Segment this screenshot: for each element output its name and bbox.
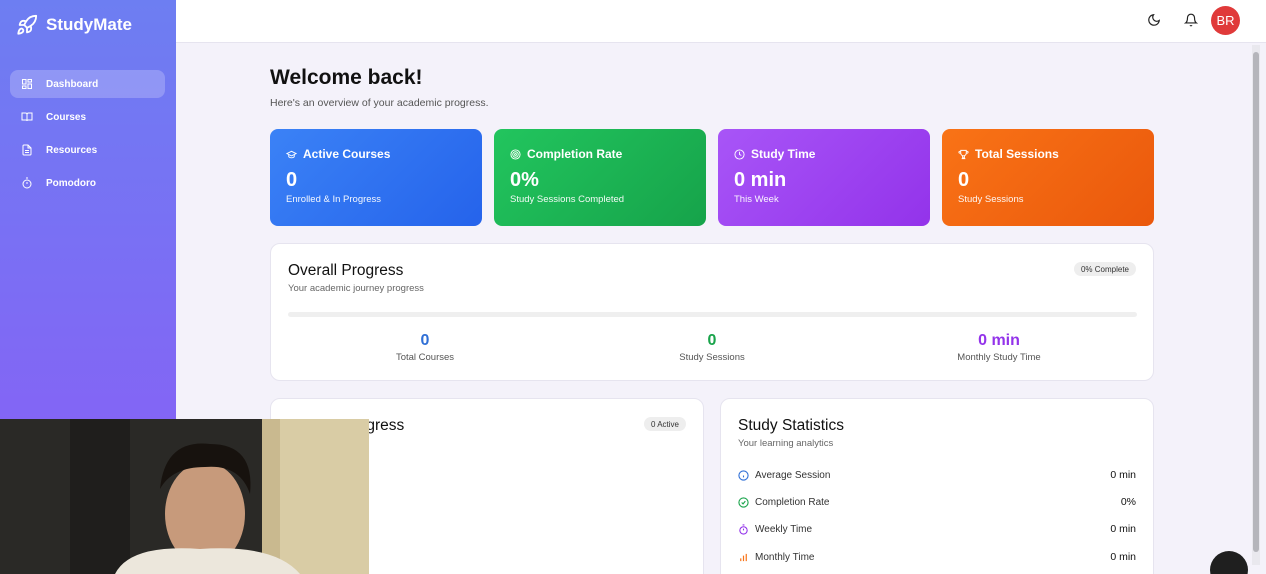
metric-value: 0 min — [978, 332, 1020, 349]
top-bar: BR — [176, 0, 1266, 43]
metric-value: 0 — [707, 332, 717, 349]
floating-action-button[interactable] — [1210, 551, 1248, 574]
panel-subtitle: Your academic journey progress — [288, 283, 424, 294]
stat-value: 0 min — [1110, 523, 1136, 535]
stat-label: Average Session — [755, 469, 831, 481]
scrollbar-thumb[interactable] — [1253, 52, 1259, 552]
file-icon — [22, 144, 32, 156]
overall-progress-panel: Overall Progress Your academic journey p… — [270, 243, 1154, 381]
stat-row-weekly-time: Weekly Time 0 min — [738, 521, 1136, 537]
sidebar-item-label: Pomodoro — [46, 177, 96, 189]
brand[interactable]: StudyMate — [16, 14, 132, 36]
page-subtitle: Here's an overview of your academic prog… — [270, 97, 489, 109]
stat-row-completion-rate: Completion Rate 0% — [738, 494, 1136, 510]
stat-label: Monthly Time — [755, 551, 815, 563]
stat-value: 0% — [1120, 496, 1136, 508]
target-icon — [510, 148, 521, 160]
sidebar-item-label: Dashboard — [46, 78, 99, 90]
stat-value: 0 min — [1110, 551, 1136, 563]
card-value: 0 min — [734, 169, 787, 191]
dashboard-icon — [22, 79, 32, 89]
sidebar-item-dashboard[interactable]: Dashboard — [10, 70, 165, 98]
rocket-icon — [17, 14, 38, 35]
timer-icon — [22, 177, 32, 189]
stat-value: 0 min — [1110, 469, 1136, 481]
stat-label: Completion Rate — [755, 496, 830, 508]
progress-bar — [288, 312, 1137, 317]
page-title: Welcome back! — [270, 66, 423, 89]
card-title: Study Time — [751, 147, 816, 161]
sidebar-item-pomodoro[interactable]: Pomodoro — [10, 169, 165, 197]
sidebar-item-label: Courses — [46, 111, 87, 123]
clock-icon — [734, 148, 745, 160]
metric-total-courses: 0 Total Courses — [325, 332, 525, 363]
status-badge: 0% Complete — [1073, 262, 1136, 276]
panel-subtitle: Your learning analytics — [738, 438, 834, 449]
card-caption: This Week — [734, 194, 779, 205]
metric-monthly-study-time: 0 min Monthly Study Time — [899, 332, 1099, 363]
book-icon — [21, 112, 33, 122]
card-value: 0 — [286, 169, 298, 191]
study-statistics-panel: Study Statistics Your learning analytics… — [720, 398, 1154, 574]
card-value: 0% — [510, 169, 539, 191]
webcam-video — [0, 419, 369, 574]
metric-label: Monthly Study Time — [957, 352, 1041, 363]
trophy-icon — [958, 149, 969, 159]
moon-icon[interactable] — [1147, 13, 1161, 27]
completion-rate-card[interactable]: Completion Rate 0% Study Sessions Comple… — [494, 129, 706, 226]
sidebar-nav: Dashboard Courses Resources Pomodoro — [10, 70, 165, 202]
webcam-overlay — [0, 419, 369, 574]
metric-value: 0 — [420, 332, 430, 349]
info-icon — [738, 469, 749, 481]
metric-label: Study Sessions — [679, 352, 745, 363]
stat-row-monthly-time: Monthly Time 0 min — [738, 549, 1136, 565]
bar-chart-icon — [740, 553, 747, 561]
check-circle-icon — [738, 496, 749, 508]
status-badge: 0 Active — [643, 417, 686, 431]
panel-title: Overall Progress — [288, 262, 404, 279]
bell-icon[interactable] — [1184, 13, 1198, 27]
app-name: StudyMate — [46, 15, 132, 34]
panel-title: Study Statistics — [738, 417, 844, 434]
card-caption: Study Sessions — [958, 194, 1024, 205]
metric-label: Total Courses — [395, 352, 455, 363]
card-caption: Enrolled & In Progress — [286, 194, 382, 205]
card-value: 0 — [958, 169, 970, 191]
card-title: Active Courses — [303, 147, 391, 161]
metric-study-sessions: 0 Study Sessions — [612, 332, 812, 363]
card-caption: Study Sessions Completed — [510, 194, 625, 205]
avatar[interactable]: BR — [1211, 6, 1240, 35]
card-title: Completion Rate — [527, 147, 623, 161]
sidebar-item-courses[interactable]: Courses — [10, 103, 165, 131]
total-sessions-card[interactable]: Total Sessions 0 Study Sessions — [942, 129, 1154, 226]
card-title: Total Sessions — [975, 147, 1059, 161]
active-courses-card[interactable]: Active Courses 0 Enrolled & In Progress — [270, 129, 482, 226]
study-time-card[interactable]: Study Time 0 min This Week — [718, 129, 930, 226]
timer-icon — [739, 523, 748, 535]
sidebar-item-label: Resources — [46, 144, 98, 156]
stat-label: Weekly Time — [755, 523, 813, 535]
graduation-cap-icon — [286, 150, 297, 158]
stat-row-average-session: Average Session 0 min — [738, 467, 1136, 483]
sidebar-item-resources[interactable]: Resources — [10, 136, 165, 164]
